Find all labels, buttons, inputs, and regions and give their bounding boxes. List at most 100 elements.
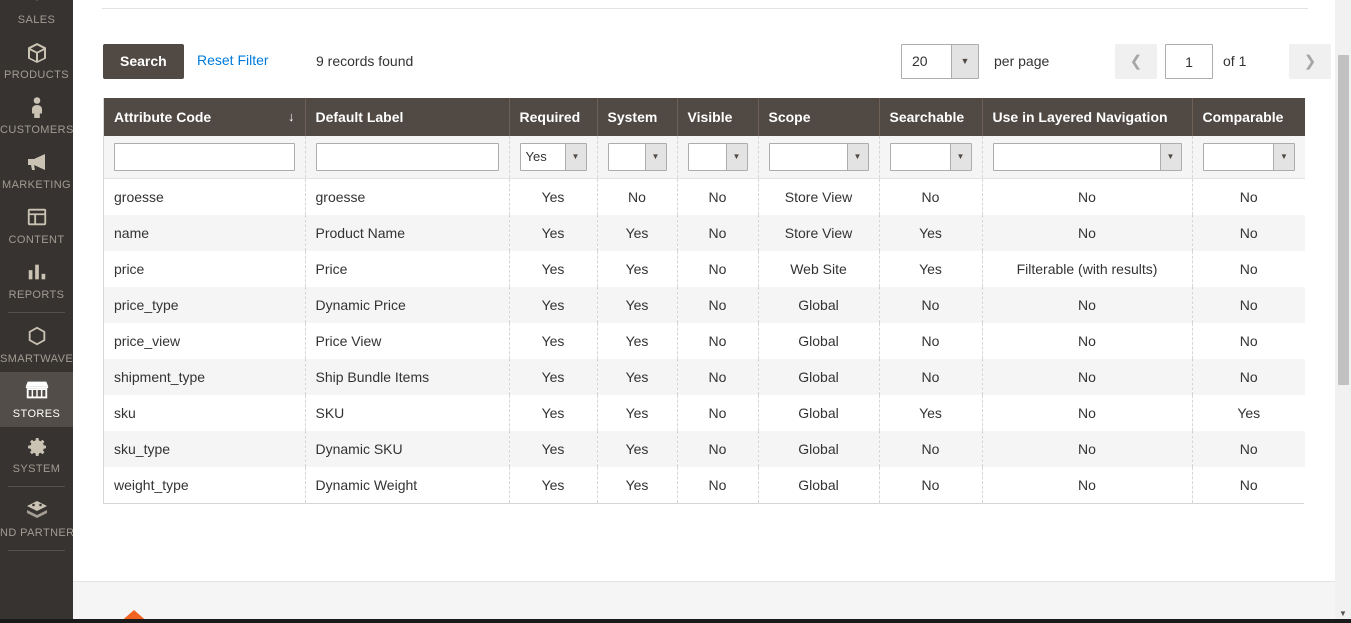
cell-attribute-code: price_view <box>104 323 306 359</box>
cell-scope: Store View <box>758 178 880 215</box>
sidebar-item-system[interactable]: SYSTEM <box>0 427 73 482</box>
sidebar-item-reports[interactable]: REPORTS <box>0 253 73 308</box>
sidebar-item-content[interactable]: CONTENT <box>0 198 73 253</box>
column-header-label: Searchable <box>889 109 965 125</box>
cell-searchable: Yes <box>879 251 983 287</box>
product-attributes-grid: Attribute Code ↓ Default Label Required Syst… <box>103 98 1305 504</box>
cell-system: No <box>597 178 678 215</box>
table-row[interactable]: price Price Yes Yes No Web Site Yes Filterable … <box>104 251 1305 287</box>
sidebar-item-label: SALES <box>17 14 56 26</box>
filter-select-value <box>770 144 847 170</box>
filter-cell: Yes ▼ <box>509 136 598 179</box>
filter-select-comparable[interactable]: ▼ <box>1202 143 1295 171</box>
cell-default-label: Price <box>305 251 510 287</box>
cell-scope: Global <box>758 287 880 323</box>
sidebar-item-stores[interactable]: STORES <box>0 372 73 427</box>
column-header-default-label[interactable]: Default Label <box>305 98 510 136</box>
sidebar-item-customers[interactable]: CUSTOMERS <box>0 88 73 143</box>
filter-select-searchable[interactable]: ▼ <box>889 143 972 171</box>
reset-filter-link[interactable]: Reset Filter <box>197 52 269 68</box>
filter-cell: ▼ <box>982 136 1193 179</box>
table-row[interactable]: groesse groesse Yes No No Store View No No No <box>104 178 1305 215</box>
table-row[interactable]: price_view Price View Yes Yes No Global No No No <box>104 323 1305 359</box>
cell-searchable: No <box>879 178 983 215</box>
column-header-attribute-code[interactable]: Attribute Code ↓ <box>104 98 306 136</box>
admin-sidebar-nav: SALES PRODUCTS CUSTOMERS MARKETING CONTENT RE… <box>0 0 73 623</box>
table-row[interactable]: price_type Dynamic Price Yes Yes No Global No N… <box>104 287 1305 323</box>
cell-default-label: Product Name <box>305 215 510 251</box>
column-header-searchable[interactable]: Searchable <box>879 98 983 136</box>
cell-visible: No <box>677 178 759 215</box>
sidebar-item-label: SMARTWAVE <box>0 353 73 365</box>
sidebar-item-nd-partners-extensions[interactable]: ND PARTNERS EXTENSIONS <box>0 491 73 546</box>
cell-default-label: SKU <box>305 395 510 431</box>
cell-visible: No <box>677 395 759 431</box>
search-button[interactable]: Search <box>103 44 184 79</box>
cell-comparable: Yes <box>1192 395 1305 431</box>
table-row[interactable]: shipment_type Ship Bundle Items Yes Yes No Gl… <box>104 359 1305 395</box>
sidebar-item-label: ND PARTNERS EXTENSIONS <box>0 527 73 539</box>
sidebar-item-sales[interactable]: SALES <box>0 0 73 33</box>
cell-system: Yes <box>597 215 678 251</box>
table-row[interactable]: name Product Name Yes Yes No Store View Yes No N… <box>104 215 1305 251</box>
filter-input-attribute-code[interactable] <box>114 143 295 171</box>
filter-cell <box>305 136 510 179</box>
column-header-scope[interactable]: Scope <box>758 98 880 136</box>
cell-attribute-code: sku_type <box>104 431 306 467</box>
cell-use-in-layered-navigation: No <box>982 287 1193 323</box>
per-page-label: per page <box>994 53 1050 69</box>
column-header-comparable[interactable]: Comparable <box>1192 98 1305 136</box>
cell-use-in-layered-navigation: Filterable (with results) <box>982 251 1193 287</box>
filter-select-system[interactable]: ▼ <box>607 143 667 171</box>
cell-default-label: Dynamic Price <box>305 287 510 323</box>
total-pages-label: of 1 <box>1223 53 1247 69</box>
vertical-scrollbar-thumb[interactable] <box>1338 55 1349 385</box>
cell-default-label: Ship Bundle Items <box>305 359 510 395</box>
chevron-down-icon: ▼ <box>949 144 971 170</box>
cell-required: Yes <box>509 215 598 251</box>
filter-cell: ▼ <box>597 136 678 179</box>
cell-required: Yes <box>509 287 598 323</box>
cell-comparable: No <box>1192 178 1305 215</box>
cell-use-in-layered-navigation: No <box>982 215 1193 251</box>
column-header-use-in-layered-navigation[interactable]: Use in Layered Navigation <box>982 98 1193 136</box>
previous-page-button[interactable]: ❮ <box>1115 44 1157 79</box>
cell-required: Yes <box>509 431 598 467</box>
table-row[interactable]: weight_type Dynamic Weight Yes Yes No Global N… <box>104 467 1305 503</box>
cell-comparable: No <box>1192 467 1305 503</box>
next-page-button[interactable]: ❯ <box>1289 44 1331 79</box>
column-header-required[interactable]: Required <box>509 98 598 136</box>
filter-select-value <box>1204 144 1274 170</box>
sidebar-item-label: CONTENT <box>8 234 65 246</box>
cell-scope: Global <box>758 467 880 503</box>
chevron-down-icon: ▼ <box>725 144 747 170</box>
cell-use-in-layered-navigation: No <box>982 359 1193 395</box>
per-page-value: 20 <box>912 53 928 69</box>
per-page-select[interactable]: 20 ▼ <box>901 44 979 79</box>
sidebar-item-products[interactable]: PRODUCTS <box>0 33 73 88</box>
filter-select-use-in-layered-navigation[interactable]: ▼ <box>992 143 1182 171</box>
vertical-scrollbar-track[interactable] <box>1335 0 1351 607</box>
sidebar-item-smartwave[interactable]: SMARTWAVE <box>0 317 73 372</box>
column-header-label: Visible <box>687 109 733 125</box>
filter-cell <box>104 136 306 179</box>
page-top-divider <box>102 8 1308 9</box>
column-header-visible[interactable]: Visible <box>677 98 759 136</box>
main-content-area: Search Reset Filter 9 records found 20 ▼… <box>73 0 1335 623</box>
cell-visible: No <box>677 323 759 359</box>
table-row[interactable]: sku SKU Yes Yes No Global Yes No Yes <box>104 395 1305 431</box>
table-row[interactable]: sku_type Dynamic SKU Yes Yes No Global No No No <box>104 431 1305 467</box>
filter-select-required[interactable]: Yes ▼ <box>519 143 587 171</box>
table-head: Attribute Code ↓ Default Label Required Syst… <box>104 98 1305 136</box>
filter-input-default-label[interactable] <box>315 143 499 171</box>
column-header-system[interactable]: System <box>597 98 678 136</box>
page-number-input[interactable] <box>1165 44 1213 79</box>
filter-select-visible[interactable]: ▼ <box>687 143 748 171</box>
cell-visible: No <box>677 287 759 323</box>
column-header-label: System <box>607 109 658 125</box>
sidebar-item-label: SYSTEM <box>12 463 61 475</box>
sidebar-item-marketing[interactable]: MARKETING <box>0 143 73 198</box>
filter-select-value: Yes <box>525 149 547 164</box>
partners-brick-icon <box>0 499 73 525</box>
filter-select-scope[interactable]: ▼ <box>768 143 869 171</box>
